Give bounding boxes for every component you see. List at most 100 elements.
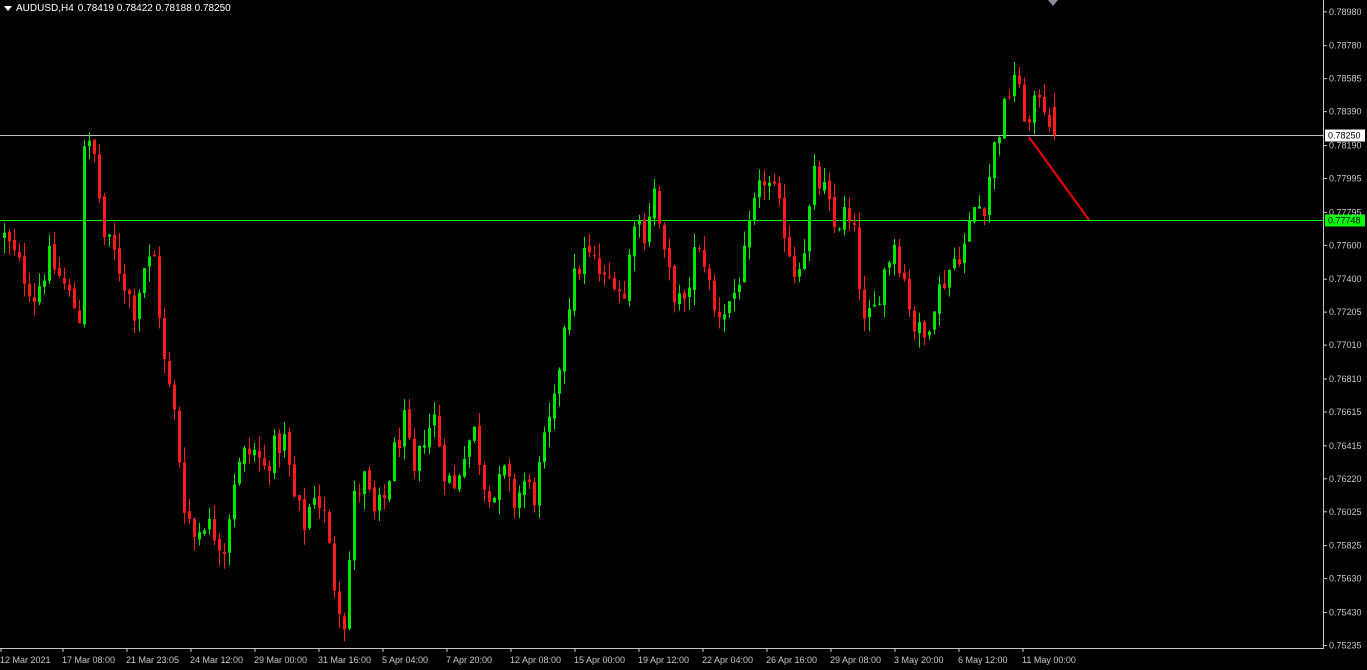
candle <box>853 213 856 233</box>
candle <box>8 229 11 256</box>
candle-body <box>188 511 191 519</box>
candle <box>128 288 131 309</box>
candle-body <box>343 616 346 630</box>
candle <box>713 274 716 317</box>
candle <box>1033 90 1036 135</box>
candle <box>388 480 391 503</box>
dropdown-triangle-icon[interactable] <box>4 6 12 11</box>
candle <box>513 473 516 518</box>
candle <box>18 243 21 262</box>
candle-body <box>538 462 541 506</box>
candle-body <box>703 249 706 268</box>
candle <box>223 543 226 569</box>
candle <box>178 406 181 468</box>
candle-body <box>198 532 201 540</box>
candle <box>783 183 786 253</box>
candle <box>123 263 126 305</box>
candle-body <box>853 222 856 225</box>
time-tick-label: 12 Apr 08:00 <box>510 655 561 665</box>
candle <box>283 422 286 458</box>
candle <box>893 238 896 275</box>
candle <box>103 193 106 246</box>
time-tick-label: 5 Apr 04:00 <box>382 655 428 665</box>
candle <box>323 497 326 524</box>
candle <box>313 485 316 509</box>
candle-body <box>918 322 921 334</box>
candle <box>303 487 306 545</box>
candle-body <box>638 221 641 225</box>
candle <box>563 325 566 385</box>
candle <box>913 306 916 341</box>
candle-body <box>798 269 801 277</box>
candle <box>1053 92 1056 141</box>
candle-body <box>28 283 31 297</box>
candle <box>873 291 876 307</box>
candle <box>508 458 511 492</box>
candle-body <box>123 273 126 291</box>
candle <box>778 176 781 207</box>
candle-body <box>808 206 811 252</box>
time-tick-label: 31 Mar 16:00 <box>318 655 371 665</box>
candle <box>288 427 291 477</box>
chart-window[interactable]: 0.78250 0.77748 0.78980 0.78780 0.78585 0.78… <box>0 0 1367 670</box>
candle <box>888 260 891 276</box>
candle-body <box>973 207 976 223</box>
candle-body <box>968 220 971 242</box>
candle-body <box>588 245 591 253</box>
candle <box>93 139 96 163</box>
candle <box>648 202 651 247</box>
candle <box>438 404 441 448</box>
price-tick-label: 0.77400 <box>1329 274 1362 284</box>
candle <box>838 227 841 232</box>
candle <box>118 233 121 282</box>
candle-body <box>888 262 891 268</box>
candle <box>203 528 206 536</box>
candle-body <box>883 269 886 306</box>
candle-body <box>163 318 166 360</box>
candle-body <box>563 327 566 372</box>
price-chart[interactable]: 0.782500.77748 0.789800.787800.785850.78… <box>0 0 1367 670</box>
candle-body <box>218 538 221 551</box>
candle-body <box>373 487 376 512</box>
candle-body <box>3 232 6 238</box>
price-tick-label: 0.76220 <box>1329 474 1362 484</box>
candle-body <box>988 176 991 216</box>
candle <box>738 277 741 300</box>
candle <box>623 280 626 299</box>
candle <box>448 473 451 484</box>
candle <box>608 262 611 280</box>
candle-body <box>663 224 666 250</box>
candle <box>108 234 111 247</box>
candle <box>143 267 146 299</box>
candle-body <box>268 466 271 471</box>
candle <box>603 265 606 286</box>
candle-body <box>333 543 336 591</box>
candle <box>828 172 831 212</box>
candle <box>943 269 946 290</box>
candle <box>598 243 601 282</box>
candle <box>383 484 386 510</box>
candle-body <box>753 197 756 221</box>
candle-body <box>128 289 131 295</box>
candle-body <box>933 311 936 330</box>
projection-trend-line[interactable] <box>1028 136 1090 221</box>
candle-body <box>948 269 951 288</box>
scroll-marker-icon[interactable] <box>1048 0 1058 6</box>
candle <box>88 132 91 160</box>
candle <box>848 196 851 231</box>
candle-body <box>1008 96 1011 98</box>
candle-body <box>13 239 16 251</box>
candle <box>578 265 581 280</box>
candle-body <box>248 448 251 455</box>
candle-body <box>113 234 116 250</box>
candle <box>928 330 931 340</box>
candle-body <box>583 247 586 275</box>
candle <box>428 413 431 455</box>
candle-body <box>578 268 581 274</box>
candle-body <box>133 295 136 321</box>
candle <box>818 160 821 196</box>
candle <box>308 503 311 531</box>
candle <box>98 144 101 203</box>
candle <box>1003 97 1006 139</box>
candle <box>993 141 996 190</box>
